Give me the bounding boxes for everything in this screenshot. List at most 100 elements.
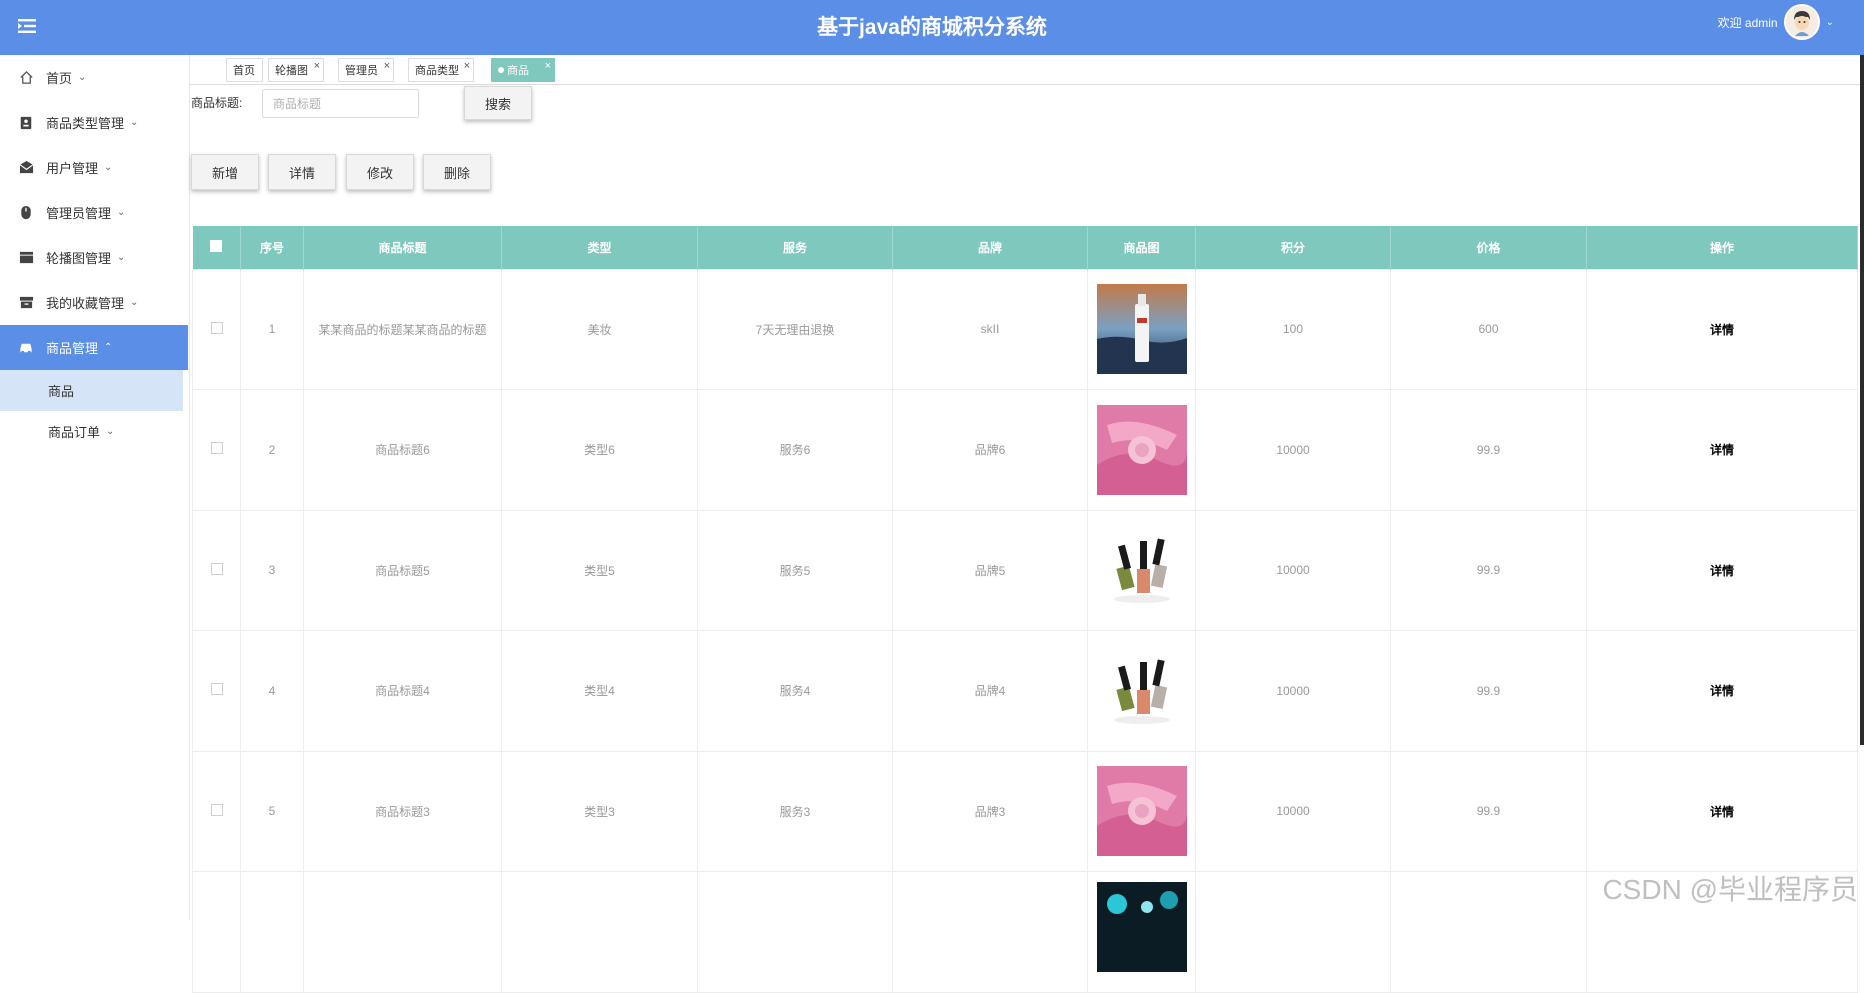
edit-button[interactable]: 修改 <box>346 154 414 190</box>
chevron-up-icon: ⌃ <box>104 342 113 353</box>
cell-no: 2 <box>240 389 304 511</box>
sidebar-item-label: 首页 <box>46 71 73 86</box>
chevron-down-icon: ⌄ <box>130 297 139 308</box>
table-row[interactable]: 1 某某商品的标题某某商品的标题 美妆 7天无理由退换 skII 100 600… <box>192 268 1858 390</box>
cell-image <box>1087 268 1196 390</box>
row-detail-link[interactable]: 详情 <box>1586 389 1858 511</box>
sidebar-item-label: 商品类型管理 <box>46 116 125 131</box>
delete-button[interactable]: 删除 <box>423 154 491 190</box>
chevron-down-icon: ⌄ <box>117 207 126 218</box>
cell-price <box>1390 871 1587 993</box>
cell-type: 美妆 <box>501 268 698 390</box>
close-icon[interactable]: × <box>314 60 320 72</box>
sidebar-item-category[interactable]: 商品类型管理 ⌄ <box>0 100 188 145</box>
user-menu[interactable]: 欢迎 admin ⌄ <box>1718 0 1834 44</box>
column-header: 品牌 <box>892 226 1088 269</box>
watermark: CSDN @毕业程序员 <box>1602 874 1858 905</box>
user-avatar-icon[interactable] <box>1783 4 1820 40</box>
sidebar-item-favorites[interactable]: 我的收藏管理 ⌄ <box>0 280 188 325</box>
row-checkbox[interactable] <box>210 321 223 334</box>
table-row[interactable]: 5 商品标题3 类型3 服务3 品牌3 10000 99.9 详情 <box>192 750 1858 872</box>
table-header-row: 序号 商品标题 类型 服务 品牌 商品图 积分 价格 操作 <box>192 226 1858 269</box>
cell-service: 7天无理由退换 <box>697 268 893 390</box>
tab-products[interactable]: 商品 × <box>491 58 555 82</box>
cell-title: 商品标题4 <box>303 630 502 752</box>
sidebar-subitem-orders[interactable]: 商品订单 ⌄ <box>0 411 183 452</box>
cell-image <box>1087 871 1196 993</box>
cell-points: 100 <box>1195 268 1391 390</box>
sidebar-subitem-products[interactable]: 商品 <box>0 370 183 411</box>
sidebar-item-products[interactable]: 商品管理 ⌃ <box>0 325 188 370</box>
cell-no <box>240 871 304 993</box>
cell-type: 类型6 <box>501 389 698 511</box>
close-icon[interactable]: × <box>545 60 551 72</box>
close-icon[interactable]: × <box>384 60 390 72</box>
chevron-down-icon: ⌄ <box>104 162 113 173</box>
box-icon <box>18 295 34 311</box>
sidebar-item-admins[interactable]: 管理员管理 ⌄ <box>0 190 188 235</box>
product-image-pink <box>1096 404 1187 495</box>
tab-admin[interactable]: 管理员 × <box>338 58 394 82</box>
welcome-text: 欢迎 admin <box>1717 15 1778 30</box>
column-header: 商品图 <box>1087 226 1196 269</box>
sidebar-item-banners[interactable]: 轮播图管理 ⌄ <box>0 235 188 280</box>
sidebar-item-users[interactable]: 用户管理 ⌄ <box>0 145 188 190</box>
cell-service: 服务4 <box>697 630 893 752</box>
tab-home[interactable]: 首页 <box>226 58 263 82</box>
add-button[interactable]: 新增 <box>191 154 259 190</box>
tab-label: 管理员 <box>345 65 378 77</box>
row-checkbox[interactable] <box>210 442 223 455</box>
sidebar-item-label: 我的收藏管理 <box>46 296 125 311</box>
row-detail-link[interactable]: 详情 <box>1586 630 1858 752</box>
row-checkbox[interactable] <box>210 683 223 696</box>
row-checkbox[interactable] <box>210 803 223 816</box>
detail-button[interactable]: 详情 <box>268 154 336 190</box>
cell-brand: skII <box>892 268 1088 390</box>
vertical-scrollbar[interactable] <box>1860 55 1864 745</box>
table-row[interactable]: 4 商品标题4 类型4 服务4 品牌4 10000 99.9 详情 <box>192 630 1858 752</box>
sidebar-item-home[interactable]: 首页 ⌄ <box>0 55 188 100</box>
row-detail-link[interactable]: 详情 <box>1586 509 1858 631</box>
tab-label: 轮播图 <box>275 65 308 77</box>
cell-title: 某某商品的标题某某商品的标题 <box>303 268 502 390</box>
cell-brand: 品牌4 <box>892 630 1088 752</box>
cell-title: 商品标题5 <box>303 509 502 631</box>
row-checkbox[interactable] <box>210 562 223 575</box>
product-image-nail-polish <box>1096 645 1187 736</box>
cell-title <box>303 871 502 993</box>
cell-price: 99.9 <box>1390 509 1587 631</box>
cell-type: 类型5 <box>501 509 698 631</box>
cell-points: 10000 <box>1195 389 1391 511</box>
tab-category[interactable]: 商品类型 × <box>408 58 474 82</box>
close-icon[interactable]: × <box>464 60 470 72</box>
column-header: 价格 <box>1390 226 1587 269</box>
cell-image <box>1087 509 1196 631</box>
row-detail-link[interactable]: 详情 <box>1586 268 1858 390</box>
cell-price: 99.9 <box>1390 630 1587 752</box>
table-row[interactable]: 3 商品标题5 类型5 服务5 品牌5 10000 99.9 详情 <box>192 509 1858 631</box>
search-input[interactable] <box>262 89 419 118</box>
column-header: 操作 <box>1586 226 1858 269</box>
tab-banner[interactable]: 轮播图 × <box>268 58 324 82</box>
column-header: 类型 <box>501 226 698 269</box>
chevron-down-icon: ⌄ <box>106 426 115 437</box>
row-detail-link[interactable]: 详情 <box>1586 750 1858 872</box>
search-label: 商品标题: <box>191 96 243 110</box>
cell-points <box>1195 871 1391 993</box>
cell-brand <box>892 871 1088 993</box>
cell-type: 类型4 <box>501 630 698 752</box>
cell-service: 服务5 <box>697 509 893 631</box>
table-row[interactable]: 2 商品标题6 类型6 服务6 品牌6 10000 99.9 详情 <box>192 389 1858 511</box>
chevron-down-icon: ⌄ <box>78 72 87 83</box>
search-button[interactable]: 搜索 <box>464 86 532 120</box>
column-header: 服务 <box>697 226 893 269</box>
sidebar-item-label: 用户管理 <box>46 161 99 176</box>
sidebar-item-label: 商品管理 <box>46 341 99 356</box>
product-image-teal <box>1096 882 1187 972</box>
select-all-checkbox[interactable] <box>192 226 241 269</box>
cell-service: 服务3 <box>697 750 893 872</box>
sidebar-subitem-label: 商品订单 <box>48 425 101 440</box>
mouse-icon <box>18 205 34 221</box>
chevron-down-icon[interactable]: ⌄ <box>1826 17 1834 28</box>
cell-no: 5 <box>240 750 304 872</box>
